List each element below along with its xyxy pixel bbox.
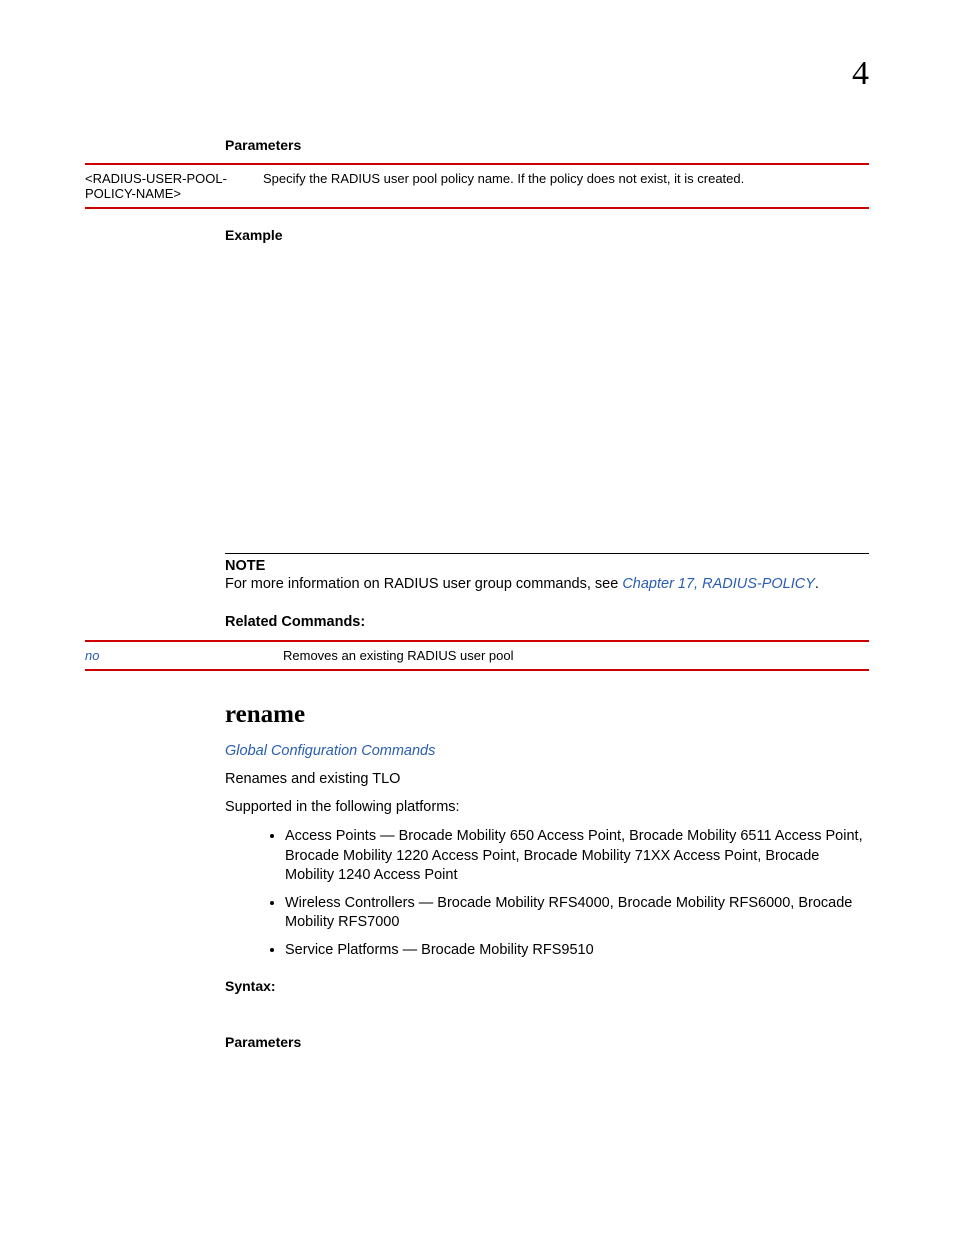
note-label: NOTE bbox=[225, 558, 869, 574]
related-commands-heading: Related Commands: bbox=[225, 614, 869, 630]
example-heading: Example bbox=[225, 227, 869, 243]
command-title: rename bbox=[225, 701, 869, 729]
list-item: Wireless Controllers — Brocade Mobility … bbox=[285, 894, 869, 933]
chapter-number: 4 bbox=[852, 55, 869, 93]
syntax-heading: Syntax: bbox=[225, 978, 869, 994]
command-description: Renames and existing TLO bbox=[225, 771, 869, 787]
related-commands-table: no Removes an existing RADIUS user pool bbox=[85, 640, 869, 671]
command-subtitle-link[interactable]: Global Configuration Commands bbox=[225, 743, 869, 759]
parameters-heading: Parameters bbox=[225, 137, 869, 153]
note-text-before: For more information on RADIUS user grou… bbox=[225, 576, 622, 592]
list-item: Access Points — Brocade Mobility 650 Acc… bbox=[285, 827, 869, 886]
note-text-after: . bbox=[815, 576, 819, 592]
note-body: For more information on RADIUS user grou… bbox=[225, 576, 869, 592]
param-key: <RADIUS-USER-POOL-POLICY-NAME> bbox=[85, 171, 255, 201]
parameters-table: <RADIUS-USER-POOL-POLICY-NAME> Specify t… bbox=[85, 163, 869, 209]
param-desc: Specify the RADIUS user pool policy name… bbox=[255, 171, 869, 201]
table-row: <RADIUS-USER-POOL-POLICY-NAME> Specify t… bbox=[85, 165, 869, 207]
related-desc: Removes an existing RADIUS user pool bbox=[275, 648, 869, 663]
parameters-heading-2: Parameters bbox=[225, 1034, 869, 1050]
table-row: no Removes an existing RADIUS user pool bbox=[85, 642, 869, 669]
list-item: Service Platforms — Brocade Mobility RFS… bbox=[285, 941, 869, 961]
platform-list: Access Points — Brocade Mobility 650 Acc… bbox=[225, 827, 869, 960]
supported-platforms-heading: Supported in the following platforms: bbox=[225, 799, 869, 815]
note-link[interactable]: Chapter 17, RADIUS-POLICY bbox=[622, 576, 815, 592]
related-key[interactable]: no bbox=[85, 648, 275, 663]
